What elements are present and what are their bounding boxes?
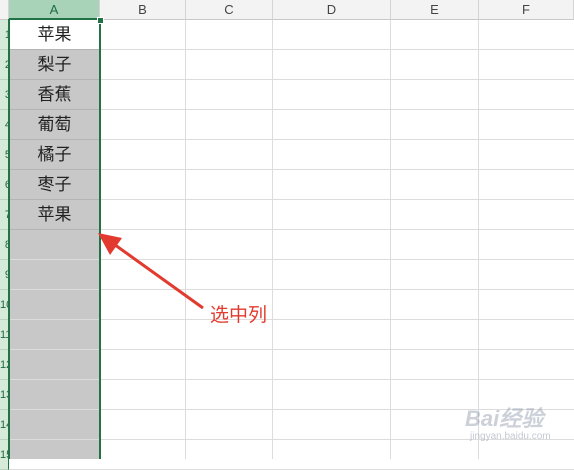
spreadsheet: A B C D E F 123456789101112131415 苹果 梨子 … — [0, 0, 574, 470]
watermark-logo: Bai经验 — [465, 406, 544, 431]
annotation-label: 选中列 — [210, 304, 268, 326]
annotation-arrow-icon — [98, 233, 204, 310]
watermark-url: jingyan.baidu.com — [470, 431, 551, 442]
